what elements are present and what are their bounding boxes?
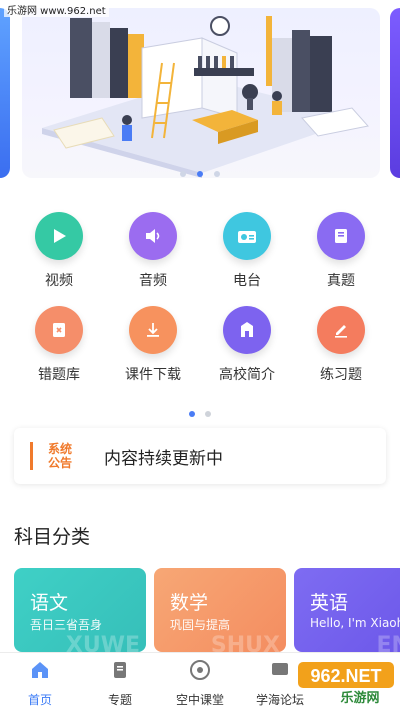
section-title: 科目分类 [14, 522, 90, 549]
tab-label: 首页 [0, 691, 80, 708]
feature-grid: 视频 音频 电台 真题 错题库 [0, 212, 400, 400]
subject-card-list[interactable]: 语文 吾日三省吾身 XUWE 数学 巩固与提高 SHUX 英语 Hello, I… [14, 568, 400, 652]
banner-illustration [22, 8, 380, 178]
grid-item-label: 真题 [296, 270, 386, 290]
grid-item-label: 视频 [14, 270, 104, 290]
grid-page-dot-active[interactable] [189, 411, 195, 417]
feature-grid-row-1: 视频 音频 电台 真题 [0, 212, 400, 290]
tab-topics[interactable]: 专题 [80, 653, 160, 711]
grid-item-exercises[interactable]: 练习题 [296, 306, 386, 384]
building-icon [223, 306, 271, 354]
banner-next-slide[interactable] [390, 8, 400, 178]
banner-dot[interactable] [214, 171, 220, 177]
grid-item-radio[interactable]: 电台 [202, 212, 292, 290]
book-icon [317, 212, 365, 260]
card-watermark: ENG [377, 633, 400, 652]
system-notice[interactable]: 系统 公告 内容持续更新中 [14, 428, 386, 484]
speaker-icon [129, 212, 177, 260]
banner-pagination [0, 162, 400, 181]
card-subtitle: 吾日三省吾身 [30, 616, 102, 633]
card-subtitle: Hello, I'm Xiaohong [310, 616, 400, 630]
logo-text: 962.NET [310, 666, 381, 686]
card-watermark: SHUX [211, 633, 280, 652]
grid-item-label: 课件下载 [108, 364, 198, 384]
download-icon [129, 306, 177, 354]
tab-label: 专题 [80, 691, 160, 708]
subject-card-math[interactable]: 数学 巩固与提高 SHUX [154, 568, 286, 652]
disc-icon [189, 659, 211, 681]
tab-label: 空中课堂 [160, 691, 240, 708]
tab-air-classroom[interactable]: 空中课堂 [160, 653, 240, 711]
grid-item-courseware-download[interactable]: 课件下载 [108, 306, 198, 384]
grid-item-label: 练习题 [296, 364, 386, 384]
card-title: 语文 [30, 588, 68, 615]
grid-item-label: 高校简介 [202, 364, 292, 384]
grid-item-audio[interactable]: 音频 [108, 212, 198, 290]
banner-carousel[interactable]: 乐游网 www.962.net [0, 0, 400, 185]
subject-card-english[interactable]: 英语 Hello, I'm Xiaohong ENG [294, 568, 400, 652]
banner-prev-slide[interactable] [0, 8, 10, 178]
forum-icon [269, 659, 291, 681]
grid-item-video[interactable]: 视频 [14, 212, 104, 290]
home-icon [29, 659, 51, 681]
watermark-text: 乐游网 www.962.net [4, 2, 109, 17]
grid-item-label: 错题库 [14, 364, 104, 384]
grid-pagination [0, 402, 400, 421]
logo-962-icon: 962.NET 乐游网 [298, 660, 394, 704]
edit-icon [317, 306, 365, 354]
grid-item-wrong-questions[interactable]: 错题库 [14, 306, 104, 384]
card-watermark: XUWE [66, 633, 140, 652]
notice-text: 内容持续更新中 [104, 444, 223, 469]
topics-icon [109, 659, 131, 681]
feature-grid-row-2: 错题库 课件下载 高校简介 练习题 [0, 306, 400, 384]
card-title: 英语 [310, 588, 348, 615]
notice-tag: 系统 公告 [30, 442, 84, 470]
banner-dot-active[interactable] [197, 171, 203, 177]
grid-item-label: 音频 [108, 270, 198, 290]
grid-item-label: 电台 [202, 270, 292, 290]
notice-tag-line: 系统 [36, 442, 84, 456]
play-icon [35, 212, 83, 260]
logo-sub-text: 乐游网 [340, 690, 379, 704]
card-subtitle: 巩固与提高 [170, 616, 230, 633]
card-title: 数学 [170, 588, 208, 615]
grid-page-dot[interactable] [205, 411, 211, 417]
tab-home[interactable]: 首页 [0, 653, 80, 711]
radio-icon [223, 212, 271, 260]
site-logo-watermark: 962.NET 乐游网 [298, 660, 394, 704]
grid-item-exam[interactable]: 真题 [296, 212, 386, 290]
error-book-icon [35, 306, 83, 354]
grid-item-university-intro[interactable]: 高校简介 [202, 306, 292, 384]
banner-slide[interactable] [22, 8, 380, 178]
subject-card-chinese[interactable]: 语文 吾日三省吾身 XUWE [14, 568, 146, 652]
notice-tag-line: 公告 [36, 456, 84, 470]
banner-dot[interactable] [180, 171, 186, 177]
